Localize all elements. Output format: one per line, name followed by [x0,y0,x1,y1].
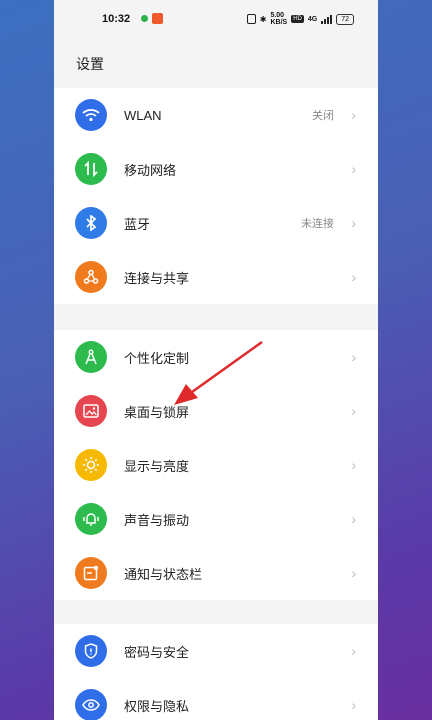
mobile-data-icon [75,153,107,185]
settings-item-wlan[interactable]: WLAN 关闭 › [54,88,378,142]
item-label: 移动网络 [124,162,177,178]
settings-item-sound-vibration[interactable]: 声音与振动 › [54,492,378,546]
hd-badge: HD [291,15,304,23]
item-label: 显示与亮度 [124,458,190,474]
settings-item-desktop-lockscreen[interactable]: 桌面与锁屏 › [54,384,378,438]
shield-icon [75,635,107,667]
speed-value: 5.00 [270,12,285,19]
settings-item-bluetooth[interactable]: 蓝牙 未连接 › [54,196,378,250]
settings-item-permissions-privacy[interactable]: 权限与隐私 › [54,678,378,720]
settings-group-connectivity: WLAN 关闭 › 移动网络 › 蓝牙 未连接 › 连接与共享 › [54,88,378,304]
settings-group-security: 密码与安全 › 权限与隐私 › [54,624,378,720]
item-value: 关闭 [312,110,334,122]
item-label: 密码与安全 [124,644,190,660]
status-bar: 10:32 ✱ 5.00 KB/S HD 4G 72 [54,0,378,40]
network-type: 4G [307,15,318,23]
chevron-right-icon: › [351,269,356,285]
chevron-right-icon: › [351,643,356,659]
bluetooth-status-icon: ✱ [259,14,267,24]
chevron-right-icon: › [351,457,356,473]
wallpaper-icon [75,395,107,427]
chevron-right-icon: › [351,107,356,123]
app-notification-icon [141,15,148,22]
chevron-right-icon: › [351,349,356,365]
settings-item-connection-sharing[interactable]: 连接与共享 › [54,250,378,304]
status-icons: ✱ 5.00 KB/S HD 4G 72 [246,12,354,26]
share-icon [75,261,107,293]
settings-item-notification-statusbar[interactable]: 通知与状态栏 › [54,546,378,600]
battery-icon: 72 [336,13,354,25]
phone-screen: 10:32 ✱ 5.00 KB/S HD 4G 72 设置 WLAN 关闭 › [54,0,378,720]
bluetooth-icon [75,207,107,239]
chevron-right-icon: › [351,403,356,419]
nfc-icon [246,14,256,24]
item-label: WLAN [124,107,162,123]
page-title: 设置 [76,56,104,72]
settings-item-display-brightness[interactable]: 显示与亮度 › [54,438,378,492]
status-time: 10:32 [102,13,131,25]
item-label: 通知与状态栏 [124,566,203,582]
chevron-right-icon: › [351,511,356,527]
privacy-eye-icon [75,689,107,720]
chevron-right-icon: › [351,215,356,231]
settings-group-personalization: 个性化定制 › 桌面与锁屏 › 显示与亮度 › 声音与振动 › 通知与状态栏 › [54,330,378,600]
chevron-right-icon: › [351,161,356,177]
item-value: 未连接 [301,218,334,230]
settings-item-mobile-network[interactable]: 移动网络 › [54,142,378,196]
speed-unit: KB/S [270,19,288,26]
bell-icon [75,503,107,535]
item-label: 权限与隐私 [124,698,190,714]
news-app-icon [152,13,163,24]
chevron-right-icon: › [351,697,356,713]
network-speed: 5.00 KB/S [270,12,287,26]
item-label: 蓝牙 [124,216,151,232]
compass-icon [75,341,107,373]
notification-icon [75,557,107,589]
signal-icon [321,14,333,24]
item-label: 连接与共享 [124,270,190,286]
settings-item-personalization[interactable]: 个性化定制 › [54,330,378,384]
item-label: 桌面与锁屏 [124,404,190,420]
item-label: 个性化定制 [124,350,190,366]
item-label: 声音与振动 [124,512,190,528]
settings-item-password-security[interactable]: 密码与安全 › [54,624,378,678]
brightness-icon [75,449,107,481]
wifi-icon [75,99,107,131]
chevron-right-icon: › [351,565,356,581]
